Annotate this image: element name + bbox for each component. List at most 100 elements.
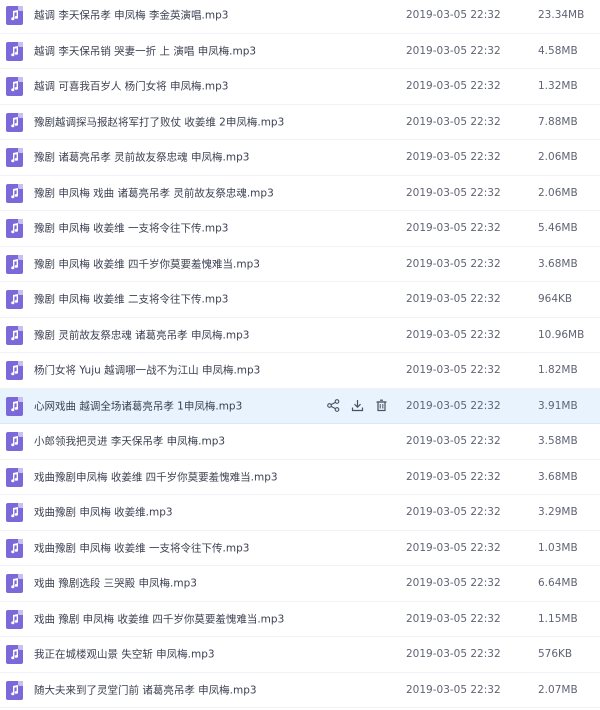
file-name[interactable]: 豫剧 申凤梅 收姜维 四千岁你莫要羞愧难当.mp3 xyxy=(34,256,260,271)
file-row[interactable]: 越调 李天保吊孝 申凤梅 李金英演唱.mp3 2019-03-05 22:32 … xyxy=(0,0,600,34)
file-row[interactable]: 豫剧 申凤梅 收姜维 四千岁你莫要羞愧难当.mp3 2019-03-05 22:… xyxy=(0,247,600,282)
file-row[interactable]: 豫剧 诸葛亮吊孝 灵前故友祭忠魂 申凤梅.mp3 2019-03-05 22:3… xyxy=(0,140,600,176)
file-row[interactable]: 豫剧 申凤梅 收姜维 一支将令往下传.mp3 2019-03-05 22:32 … xyxy=(0,211,600,247)
file-date: 2019-03-05 22:32 xyxy=(406,186,501,199)
file-row[interactable]: 我正在城楼观山景 失空斩 申凤梅.mp3 2019-03-05 22:32 57… xyxy=(0,637,600,673)
file-size: 3.91MB xyxy=(538,399,578,412)
file-name[interactable]: 心网戏曲 越调全场诸葛亮吊孝 1申凤梅.mp3 xyxy=(34,398,242,413)
file-size: 3.58MB xyxy=(538,435,578,448)
file-row[interactable]: 戏曲豫剧申凤梅 收姜维 四千岁你莫要羞愧难当.mp3 2019-03-05 22… xyxy=(0,460,600,495)
audio-file-icon xyxy=(6,467,23,487)
file-row[interactable]: 随大夫来到了灵堂门前 诸葛亮吊孝 申凤梅.mp3 2019-03-05 22:3… xyxy=(0,673,600,708)
file-row[interactable]: 戏曲豫剧 申凤梅 收姜维.mp3 2019-03-05 22:32 3.29MB xyxy=(0,495,600,531)
file-name[interactable]: 越调 李天保吊销 哭妻一折 上 演唱 申凤梅.mp3 xyxy=(34,43,256,58)
audio-file-icon xyxy=(6,538,23,558)
delete-icon[interactable] xyxy=(374,399,388,413)
audio-file-icon xyxy=(6,574,23,594)
file-date: 2019-03-05 22:32 xyxy=(406,612,501,625)
file-list: 越调 李天保吊孝 申凤梅 李金英演唱.mp3 2019-03-05 22:32 … xyxy=(0,0,600,710)
file-row[interactable]: 戏曲 豫剧 申凤梅 收姜维 四千岁你莫要羞愧难当.mp3 2019-03-05 … xyxy=(0,602,600,637)
file-date: 2019-03-05 22:32 xyxy=(406,44,501,57)
file-name[interactable]: 豫剧 申凤梅 收姜维 一支将令往下传.mp3 xyxy=(34,221,228,236)
file-date: 2019-03-05 22:32 xyxy=(406,577,501,590)
file-date: 2019-03-05 22:32 xyxy=(406,9,501,22)
file-row[interactable]: 越调 李天保吊销 哭妻一折 上 演唱 申凤梅.mp3 2019-03-05 22… xyxy=(0,34,600,69)
file-row-hovered[interactable]: 心网戏曲 越调全场诸葛亮吊孝 1申凤梅.mp3 2019-03-05 22:32… xyxy=(0,388,600,424)
file-name[interactable]: 豫剧越调探马报赵将军打了败仗 收姜维 2申凤梅.mp3 xyxy=(34,114,284,129)
audio-file-icon xyxy=(6,290,23,310)
file-size: 1.32MB xyxy=(538,80,578,93)
file-name[interactable]: 豫剧 申凤梅 戏曲 诸葛亮吊孝 灵前故友祭忠魂.mp3 xyxy=(34,185,274,200)
file-date: 2019-03-05 22:32 xyxy=(406,683,501,696)
file-name[interactable]: 小郎领我把灵进 李天保吊孝 申凤梅.mp3 xyxy=(34,434,225,449)
audio-file-icon xyxy=(6,148,23,168)
audio-file-icon xyxy=(6,41,23,61)
file-size: 10.96MB xyxy=(538,328,585,341)
file-date: 2019-03-05 22:32 xyxy=(406,328,501,341)
file-name[interactable]: 戏曲 豫剧 申凤梅 收姜维 四千岁你莫要羞愧难当.mp3 xyxy=(34,611,284,626)
file-name[interactable]: 戏曲豫剧 申凤梅 收姜维 一支将令往下传.mp3 xyxy=(34,540,249,555)
file-name[interactable]: 越调 李天保吊孝 申凤梅 李金英演唱.mp3 xyxy=(34,8,228,23)
audio-file-icon xyxy=(6,503,23,523)
audio-file-icon xyxy=(6,609,23,629)
file-size: 1.82MB xyxy=(538,364,578,377)
file-name[interactable]: 豫剧 诸葛亮吊孝 灵前故友祭忠魂 申凤梅.mp3 xyxy=(34,150,249,165)
file-name[interactable]: 豫剧 申凤梅 收姜维 二支将令往下传.mp3 xyxy=(34,292,228,307)
file-date: 2019-03-05 22:32 xyxy=(406,293,501,306)
audio-file-icon xyxy=(6,77,23,97)
download-icon[interactable] xyxy=(350,399,364,413)
file-row[interactable]: 戏曲豫剧 申凤梅 收姜维 一支将令往下传.mp3 2019-03-05 22:3… xyxy=(0,531,600,566)
file-row[interactable]: 小郎领我把灵进 李天保吊孝 申凤梅.mp3 2019-03-05 22:32 3… xyxy=(0,424,600,460)
file-size: 3.29MB xyxy=(538,506,578,519)
file-size: 2.06MB xyxy=(538,186,578,199)
file-size: 7.88MB xyxy=(538,115,578,128)
audio-file-icon xyxy=(6,219,23,239)
file-date: 2019-03-05 22:32 xyxy=(406,470,501,483)
file-size: 3.68MB xyxy=(538,470,578,483)
file-row[interactable]: 豫剧 申凤梅 戏曲 诸葛亮吊孝 灵前故友祭忠魂.mp3 2019-03-05 2… xyxy=(0,176,600,211)
file-date: 2019-03-05 22:32 xyxy=(406,648,501,661)
file-date: 2019-03-05 22:32 xyxy=(406,435,501,448)
audio-file-icon xyxy=(6,254,23,274)
file-name[interactable]: 豫剧 灵前故友祭忠魂 诸葛亮吊孝 申凤梅.mp3 xyxy=(34,327,249,342)
file-size: 2.07MB xyxy=(538,683,578,696)
file-size: 1.03MB xyxy=(538,541,578,554)
audio-file-icon xyxy=(6,325,23,345)
file-row[interactable]: 杨门女将 Yuju 越调哪一战不为江山 申凤梅.mp3 2019-03-05 2… xyxy=(0,353,600,389)
file-date: 2019-03-05 22:32 xyxy=(406,399,501,412)
file-name[interactable]: 戏曲豫剧 申凤梅 收姜维.mp3 xyxy=(34,505,173,520)
row-actions xyxy=(326,399,388,413)
file-name[interactable]: 戏曲 豫剧选段 三哭殿 申凤梅.mp3 xyxy=(34,576,197,591)
file-row[interactable]: 豫剧 申凤梅 收姜维 二支将令往下传.mp3 2019-03-05 22:32 … xyxy=(0,282,600,318)
file-size: 2.06MB xyxy=(538,151,578,164)
audio-file-icon xyxy=(6,680,23,700)
file-size: 6.64MB xyxy=(538,577,578,590)
file-date: 2019-03-05 22:32 xyxy=(406,115,501,128)
file-name[interactable]: 随大夫来到了灵堂门前 诸葛亮吊孝 申凤梅.mp3 xyxy=(34,682,257,697)
file-row[interactable]: 越调 可喜我百岁人 杨门女将 申凤梅.mp3 2019-03-05 22:32 … xyxy=(0,69,600,105)
audio-file-icon xyxy=(6,112,23,132)
share-icon[interactable] xyxy=(326,399,340,413)
file-date: 2019-03-05 22:32 xyxy=(406,151,501,164)
file-size: 1.15MB xyxy=(538,612,578,625)
audio-file-icon xyxy=(6,361,23,381)
file-name[interactable]: 戏曲豫剧申凤梅 收姜维 四千岁你莫要羞愧难当.mp3 xyxy=(34,469,278,484)
file-size: 23.34MB xyxy=(538,9,585,22)
file-size: 5.46MB xyxy=(538,222,578,235)
file-name[interactable]: 我正在城楼观山景 失空斩 申凤梅.mp3 xyxy=(34,647,215,662)
file-date: 2019-03-05 22:32 xyxy=(406,541,501,554)
file-row[interactable]: 豫剧 灵前故友祭忠魂 诸葛亮吊孝 申凤梅.mp3 2019-03-05 22:3… xyxy=(0,318,600,353)
file-name[interactable]: 杨门女将 Yuju 越调哪一战不为江山 申凤梅.mp3 xyxy=(34,363,260,378)
file-size: 3.68MB xyxy=(538,257,578,270)
audio-file-icon xyxy=(6,396,23,416)
file-date: 2019-03-05 22:32 xyxy=(406,506,501,519)
file-name[interactable]: 越调 可喜我百岁人 杨门女将 申凤梅.mp3 xyxy=(34,79,228,94)
file-date: 2019-03-05 22:32 xyxy=(406,222,501,235)
file-date: 2019-03-05 22:32 xyxy=(406,257,501,270)
file-size: 4.58MB xyxy=(538,44,578,57)
file-row[interactable]: 戏曲 豫剧选段 三哭殿 申凤梅.mp3 2019-03-05 22:32 6.6… xyxy=(0,566,600,602)
audio-file-icon xyxy=(6,645,23,665)
file-row[interactable]: 豫剧越调探马报赵将军打了败仗 收姜维 2申凤梅.mp3 2019-03-05 2… xyxy=(0,105,600,140)
file-date: 2019-03-05 22:32 xyxy=(406,364,501,377)
file-date: 2019-03-05 22:32 xyxy=(406,80,501,93)
